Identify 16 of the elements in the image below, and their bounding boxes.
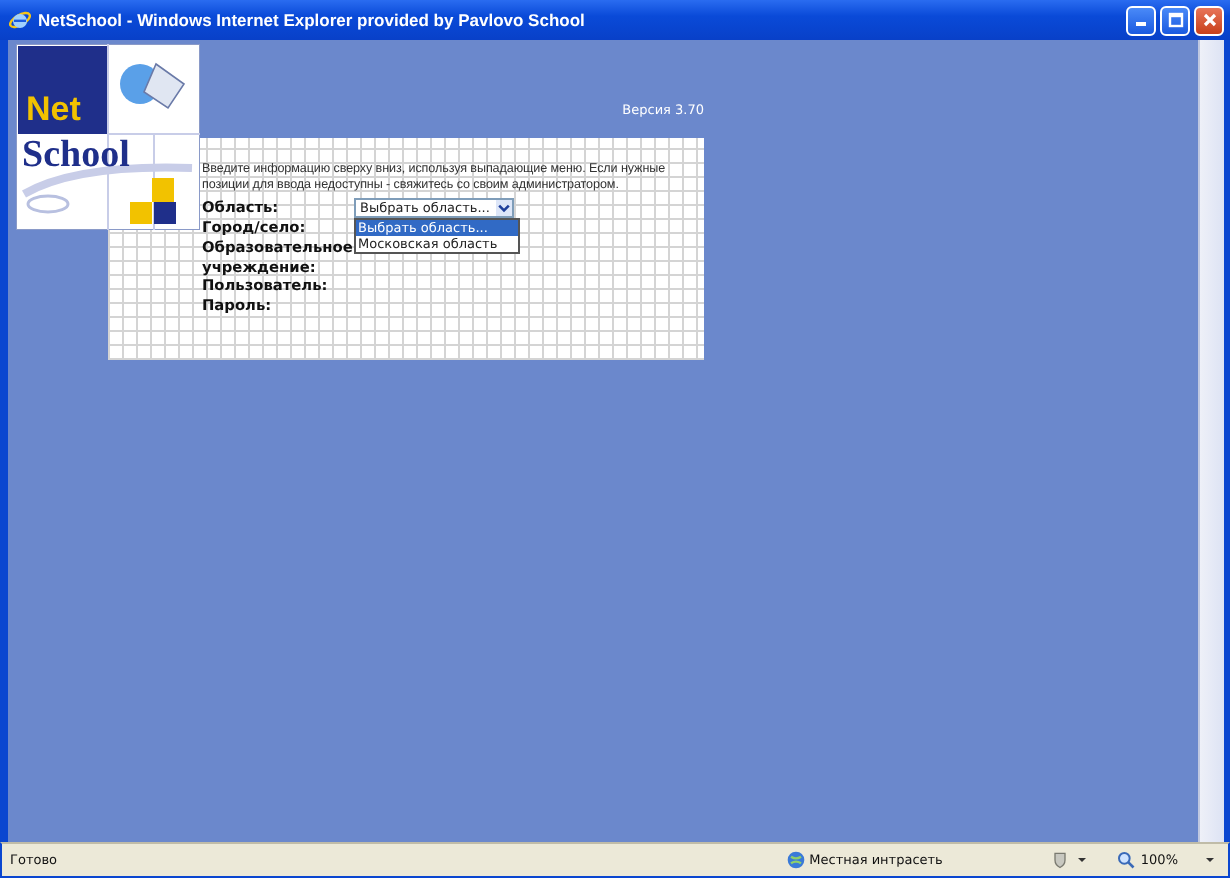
zoom-icon[interactable] bbox=[1116, 850, 1137, 870]
browser-icon bbox=[8, 8, 32, 32]
caret-icon[interactable] bbox=[1204, 854, 1216, 866]
minimize-button[interactable] bbox=[1126, 5, 1156, 35]
maximize-icon bbox=[1165, 10, 1185, 30]
window-title: NetSchool - Windows Internet Explorer provided by Pavlovo School bbox=[38, 10, 585, 30]
caret-icon[interactable] bbox=[1076, 854, 1089, 866]
logo-text: School bbox=[22, 136, 130, 174]
close-icon bbox=[1199, 10, 1219, 30]
globe-icon bbox=[785, 850, 806, 870]
shield-icon[interactable] bbox=[1050, 850, 1071, 870]
maximize-button[interactable] bbox=[1160, 5, 1190, 35]
scrollbar[interactable] bbox=[1198, 40, 1224, 842]
logo-text: Net bbox=[26, 92, 81, 126]
close-button[interactable] bbox=[1194, 5, 1224, 35]
caret-icon bbox=[496, 200, 512, 216]
